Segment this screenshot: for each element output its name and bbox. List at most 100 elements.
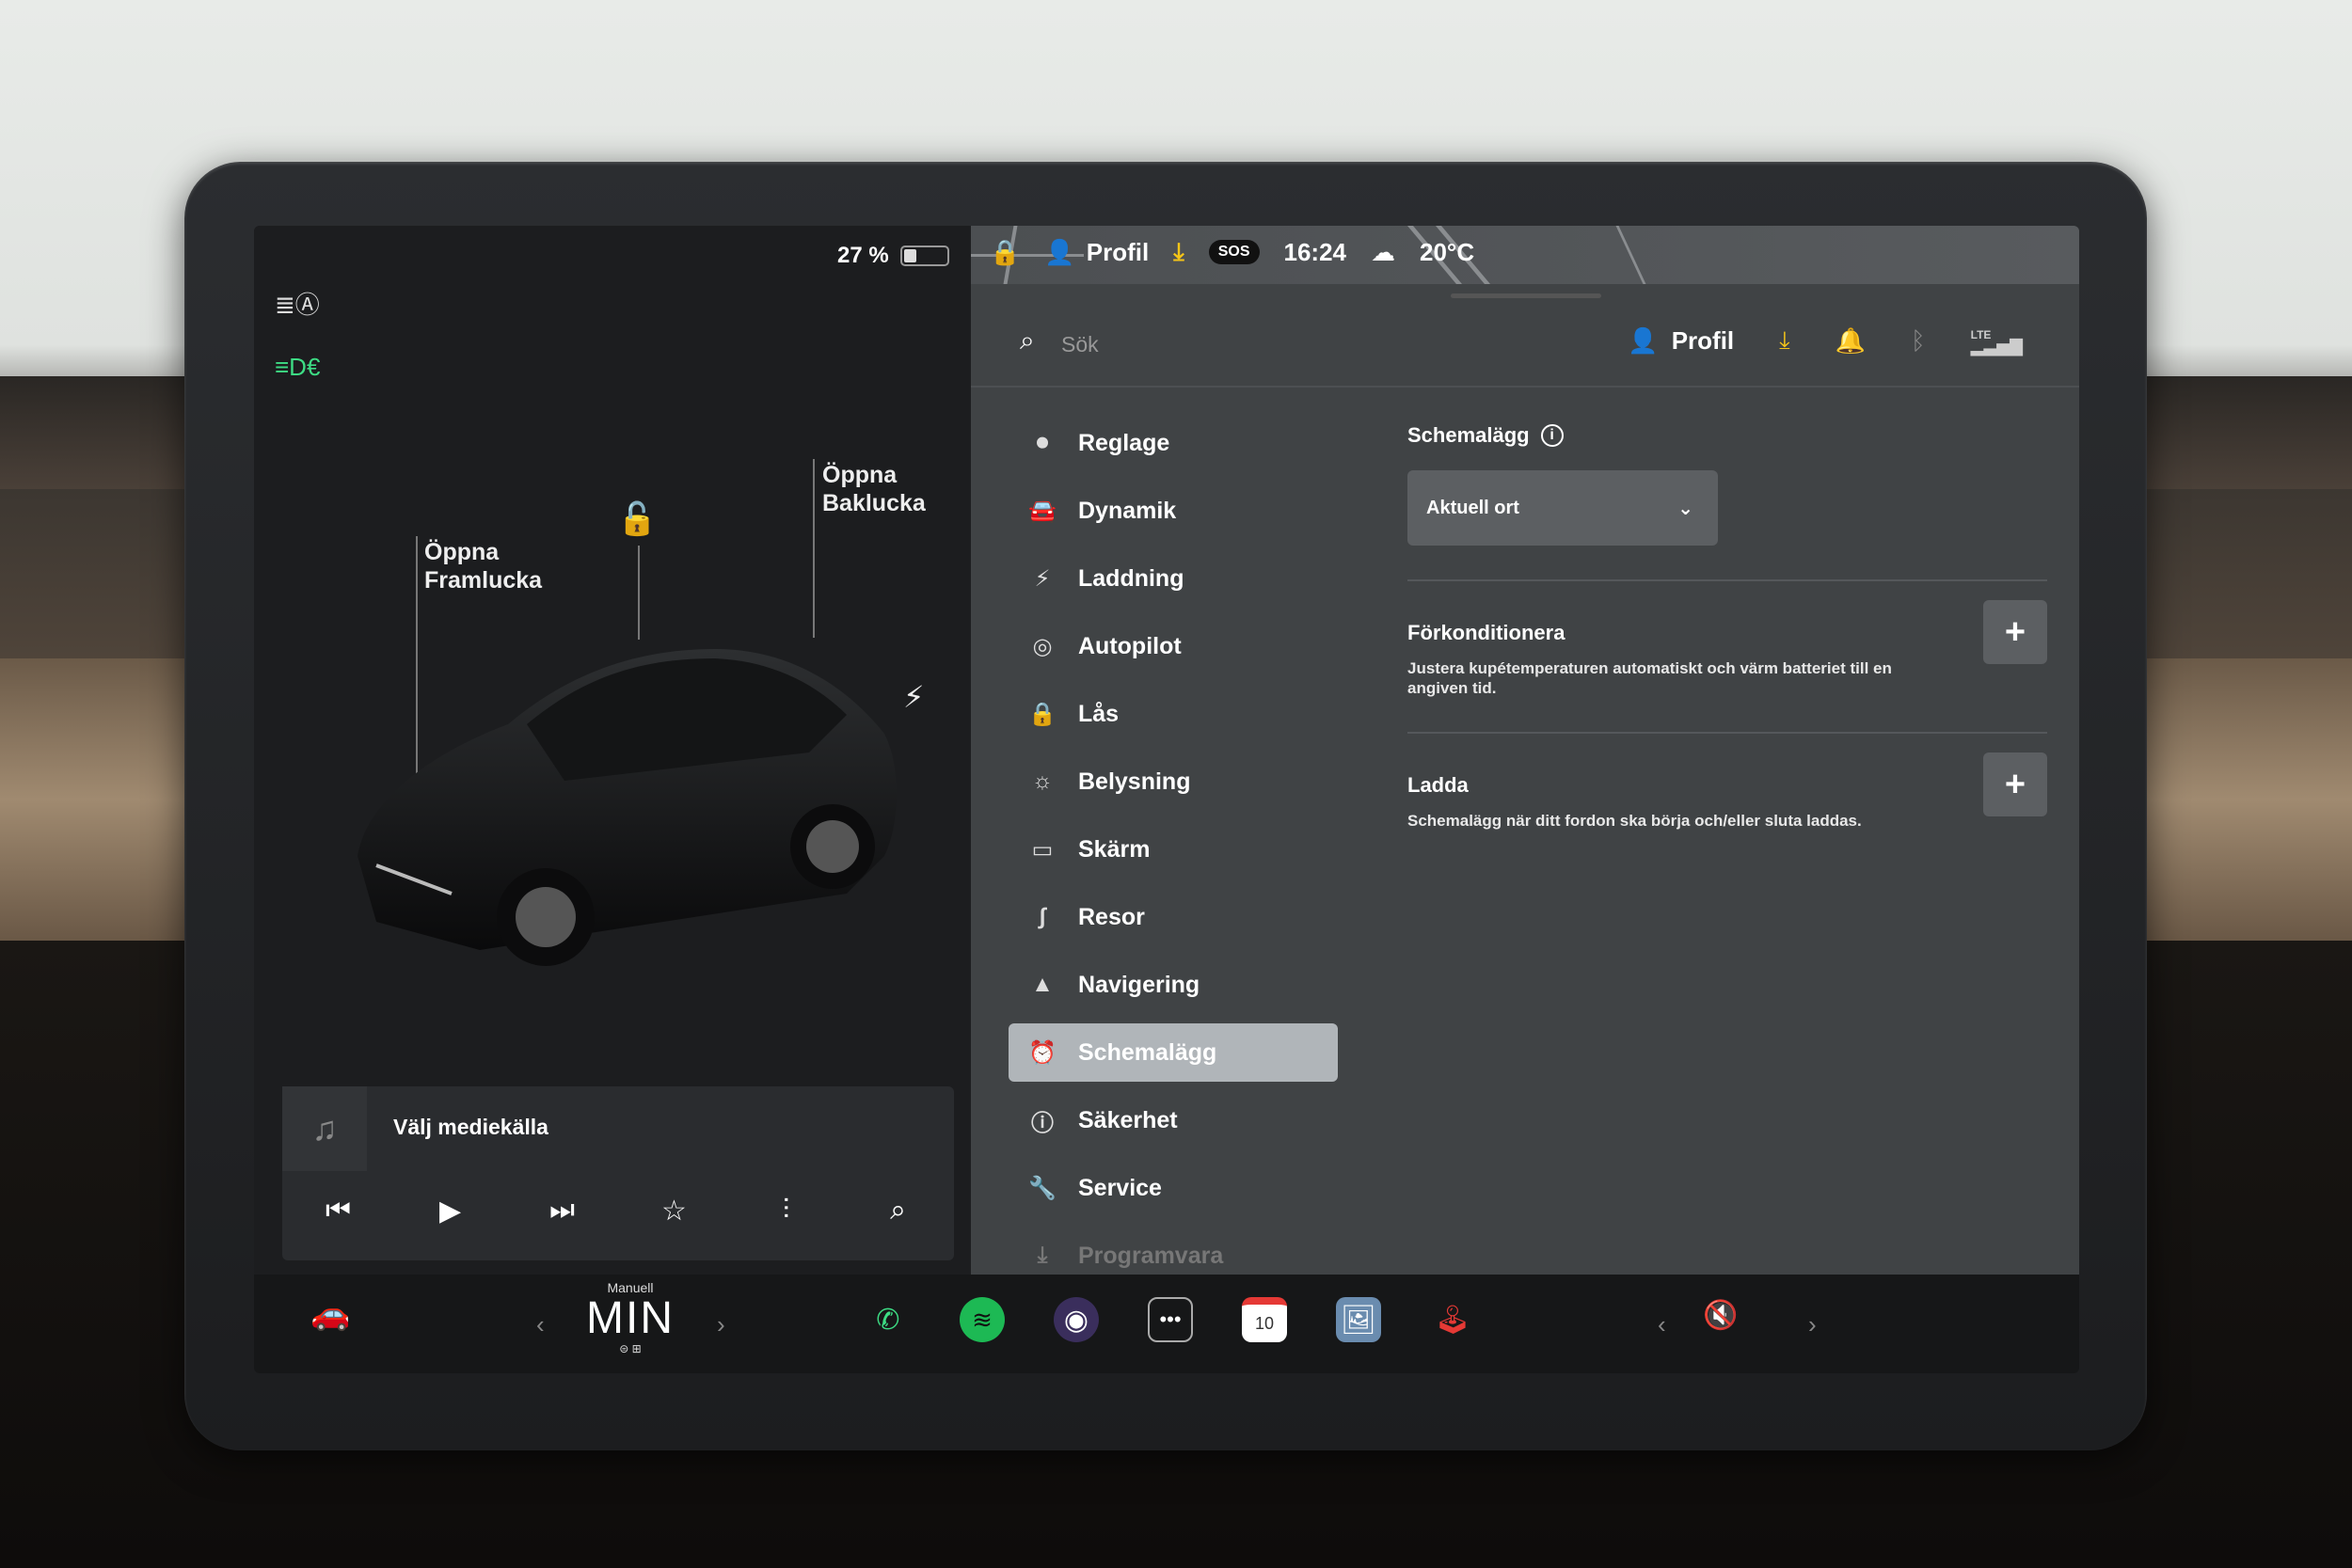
- cellular-signal: LTE ▂▃▅▇: [1971, 329, 2023, 355]
- equalizer-icon[interactable]: ⫶: [758, 1195, 815, 1227]
- search-icon: ⌕: [1020, 325, 1035, 355]
- menu-item-las[interactable]: 🔒 Lås: [1009, 685, 1338, 743]
- profile-button[interactable]: 👤 Profil: [1628, 326, 1734, 356]
- menu-item-label: Säkerhet: [1078, 1106, 1178, 1133]
- download-icon: ⤓: [1037, 1243, 1048, 1268]
- settings-panel: 🔒 👤 Profil ⤓ SOS 16:24 ☁ 20°C ⌕ 👤 Profil: [971, 226, 2079, 1275]
- auto-headlight-icon[interactable]: ≣Ⓐ: [275, 284, 320, 322]
- menu-item-label: Autopilot: [1078, 632, 1182, 659]
- top-right-icons: 👤 Profil ⤓ 🔔 ᛒ LTE ▂▃▅▇: [1628, 325, 2023, 356]
- precondition-desc: Justera kupétemperaturen automatiskt och…: [1407, 659, 1892, 697]
- clock: 16:24: [1283, 237, 1347, 266]
- chevron-down-icon: ⌄: [1677, 498, 1693, 519]
- battery-indicator: 27 %: [837, 243, 949, 269]
- charge-title: Ladda: [1407, 773, 1469, 797]
- menu-item-laddning[interactable]: ⚡ Laddning: [1009, 549, 1338, 608]
- media-controls: ⏮ ▶ ⏭ ☆ ⫶ ⌕: [282, 1195, 954, 1227]
- map-road: [1615, 226, 1646, 284]
- location-select-value: Aktuell ort: [1426, 497, 1519, 518]
- media-search-icon[interactable]: ⌕: [870, 1195, 927, 1227]
- status-profile[interactable]: 👤 Profil: [1044, 238, 1149, 267]
- menu-item-belysning[interactable]: ☼ Belysning: [1009, 752, 1338, 811]
- info-icon[interactable]: i: [1540, 424, 1564, 447]
- menu-item-schemalagg[interactable]: ⏰ Schemalägg: [1009, 1023, 1338, 1082]
- divider: [1407, 732, 2047, 734]
- drl-light-icon[interactable]: ≡D€: [275, 348, 320, 386]
- status-bar: 🔒 👤 Profil ⤓ SOS 16:24 ☁ 20°C: [990, 237, 1474, 267]
- map-strip: 🔒 👤 Profil ⤓ SOS 16:24 ☁ 20°C: [971, 226, 2079, 284]
- menu-item-label: Skärm: [1078, 835, 1151, 863]
- lock-icon: 🔒: [1028, 701, 1057, 727]
- touchscreen: ≣Ⓐ ≡D€ 27 % Öppna Framlucka Öppna Bakluc…: [254, 226, 2079, 1373]
- joystick-icon[interactable]: 🕹: [1430, 1297, 1475, 1342]
- media-source-label[interactable]: Välj mediekälla: [393, 1115, 548, 1140]
- drawer-handle[interactable]: [1451, 293, 1601, 298]
- add-precondition-button[interactable]: +: [1983, 600, 2047, 664]
- taskbar: 🚗 ‹ Manuell MIN ⊜ ⊞ › ✆ ≋ ◉ ••• 10 🖼 🕹 ‹…: [254, 1275, 2079, 1373]
- volume-muted-icon[interactable]: 🔇: [1703, 1299, 1738, 1332]
- menu-item-label: Schemalägg: [1078, 1038, 1217, 1066]
- spotify-icon[interactable]: ≋: [960, 1297, 1005, 1342]
- menu-item-label: Lås: [1078, 700, 1120, 727]
- section-title: Schemalägg i: [1407, 423, 2047, 448]
- camera-icon[interactable]: ◉: [1054, 1297, 1099, 1342]
- steering-wheel-icon: ◎: [1032, 633, 1053, 659]
- menu-item-autopilot[interactable]: ◎ Autopilot: [1009, 617, 1338, 675]
- software-download-icon[interactable]: ⤓: [1779, 325, 1790, 356]
- page-title: Schemalägg: [1407, 423, 1530, 447]
- profile-label: Profil: [1671, 325, 1735, 355]
- climate-right-arrow[interactable]: ›: [717, 1310, 725, 1339]
- settings-menu: ⏺ Reglage 🚘 Dynamik ⚡ Laddning ◎ Autopilot 🔒…: [1009, 414, 1338, 1294]
- menu-item-label: Reglage: [1078, 429, 1170, 456]
- add-charge-button[interactable]: +: [1983, 752, 2047, 816]
- settings-search-bar: ⌕ 👤 Profil ⤓ 🔔 ᛒ LTE ▂▃▅▇: [971, 303, 2079, 388]
- precondition-row: Förkonditionera Justera kupétemperaturen…: [1407, 600, 2047, 715]
- open-trunk-label[interactable]: Öppna Baklucka: [822, 461, 926, 517]
- search-input[interactable]: [1061, 325, 1343, 363]
- bluetooth-icon[interactable]: ᛒ: [1911, 326, 1926, 356]
- menu-item-navigering[interactable]: ▲ Navigering: [1009, 956, 1338, 1014]
- alarm-clock-icon: ⏰: [1028, 1039, 1057, 1066]
- menu-item-resor[interactable]: ∫ Resor: [1009, 888, 1338, 946]
- open-frunk-label[interactable]: Öppna Framlucka: [424, 538, 542, 594]
- skip-forward-icon[interactable]: ⏭: [534, 1195, 591, 1227]
- alert-circle-icon: ⓘ: [1031, 1110, 1054, 1136]
- menu-item-sakerhet[interactable]: ⓘ Säkerhet: [1009, 1091, 1338, 1149]
- music-note-icon[interactable]: ♫: [282, 1086, 367, 1171]
- more-apps-icon[interactable]: •••: [1148, 1297, 1193, 1342]
- download-icon[interactable]: ⤓: [1173, 237, 1184, 267]
- menu-item-reglage[interactable]: ⏺ Reglage: [1009, 414, 1338, 472]
- skip-back-icon[interactable]: ⏮: [310, 1195, 367, 1227]
- person-icon: 👤: [1628, 325, 1659, 355]
- location-select[interactable]: Aktuell ort ⌄: [1407, 470, 1718, 546]
- photo-gallery-icon[interactable]: 🖼: [1336, 1297, 1381, 1342]
- car-icon[interactable]: 🚗: [310, 1295, 350, 1333]
- climate-level: MIN: [586, 1293, 675, 1343]
- menu-item-skarm[interactable]: ▭ Skärm: [1009, 820, 1338, 879]
- menu-item-service[interactable]: 🔧 Service: [1009, 1159, 1338, 1217]
- climate-left-arrow[interactable]: ‹: [536, 1310, 545, 1339]
- wrench-icon: 🔧: [1028, 1175, 1057, 1201]
- unlock-icon[interactable]: 🔓: [617, 500, 657, 538]
- charge-desc: Schemalägg när ditt fordon ska börja och…: [1407, 812, 1862, 830]
- media-player: ♫ Välj mediekälla ⏮ ▶ ⏭ ☆ ⫶ ⌕: [282, 1086, 954, 1260]
- volume-left-arrow[interactable]: ‹: [1658, 1310, 1666, 1339]
- person-icon: 👤: [1044, 237, 1075, 266]
- car-icon: 🚘: [1028, 498, 1057, 524]
- menu-item-label: Belysning: [1078, 768, 1191, 795]
- menu-item-label: Service: [1078, 1174, 1162, 1201]
- seat-heat-icon: ⊜ ⊞: [619, 1342, 642, 1355]
- camera-lock-icon[interactable]: 🔒: [990, 238, 1020, 267]
- sos-badge[interactable]: SOS: [1208, 240, 1260, 264]
- divider: [1407, 579, 2047, 581]
- calendar-icon[interactable]: 10: [1242, 1297, 1287, 1342]
- volume-right-arrow[interactable]: ›: [1808, 1310, 1817, 1339]
- vehicle-panel: ≣Ⓐ ≡D€ 27 % Öppna Framlucka Öppna Bakluc…: [254, 226, 969, 1275]
- play-icon[interactable]: ▶: [422, 1195, 479, 1227]
- lightning-icon: ⚡: [1034, 565, 1051, 592]
- menu-item-dynamik[interactable]: 🚘 Dynamik: [1009, 482, 1338, 540]
- bell-icon[interactable]: 🔔: [1836, 326, 1866, 356]
- phone-icon[interactable]: ✆: [866, 1297, 911, 1342]
- favorite-star-icon[interactable]: ☆: [646, 1195, 703, 1227]
- climate-control[interactable]: Manuell MIN ⊜ ⊞: [564, 1280, 696, 1355]
